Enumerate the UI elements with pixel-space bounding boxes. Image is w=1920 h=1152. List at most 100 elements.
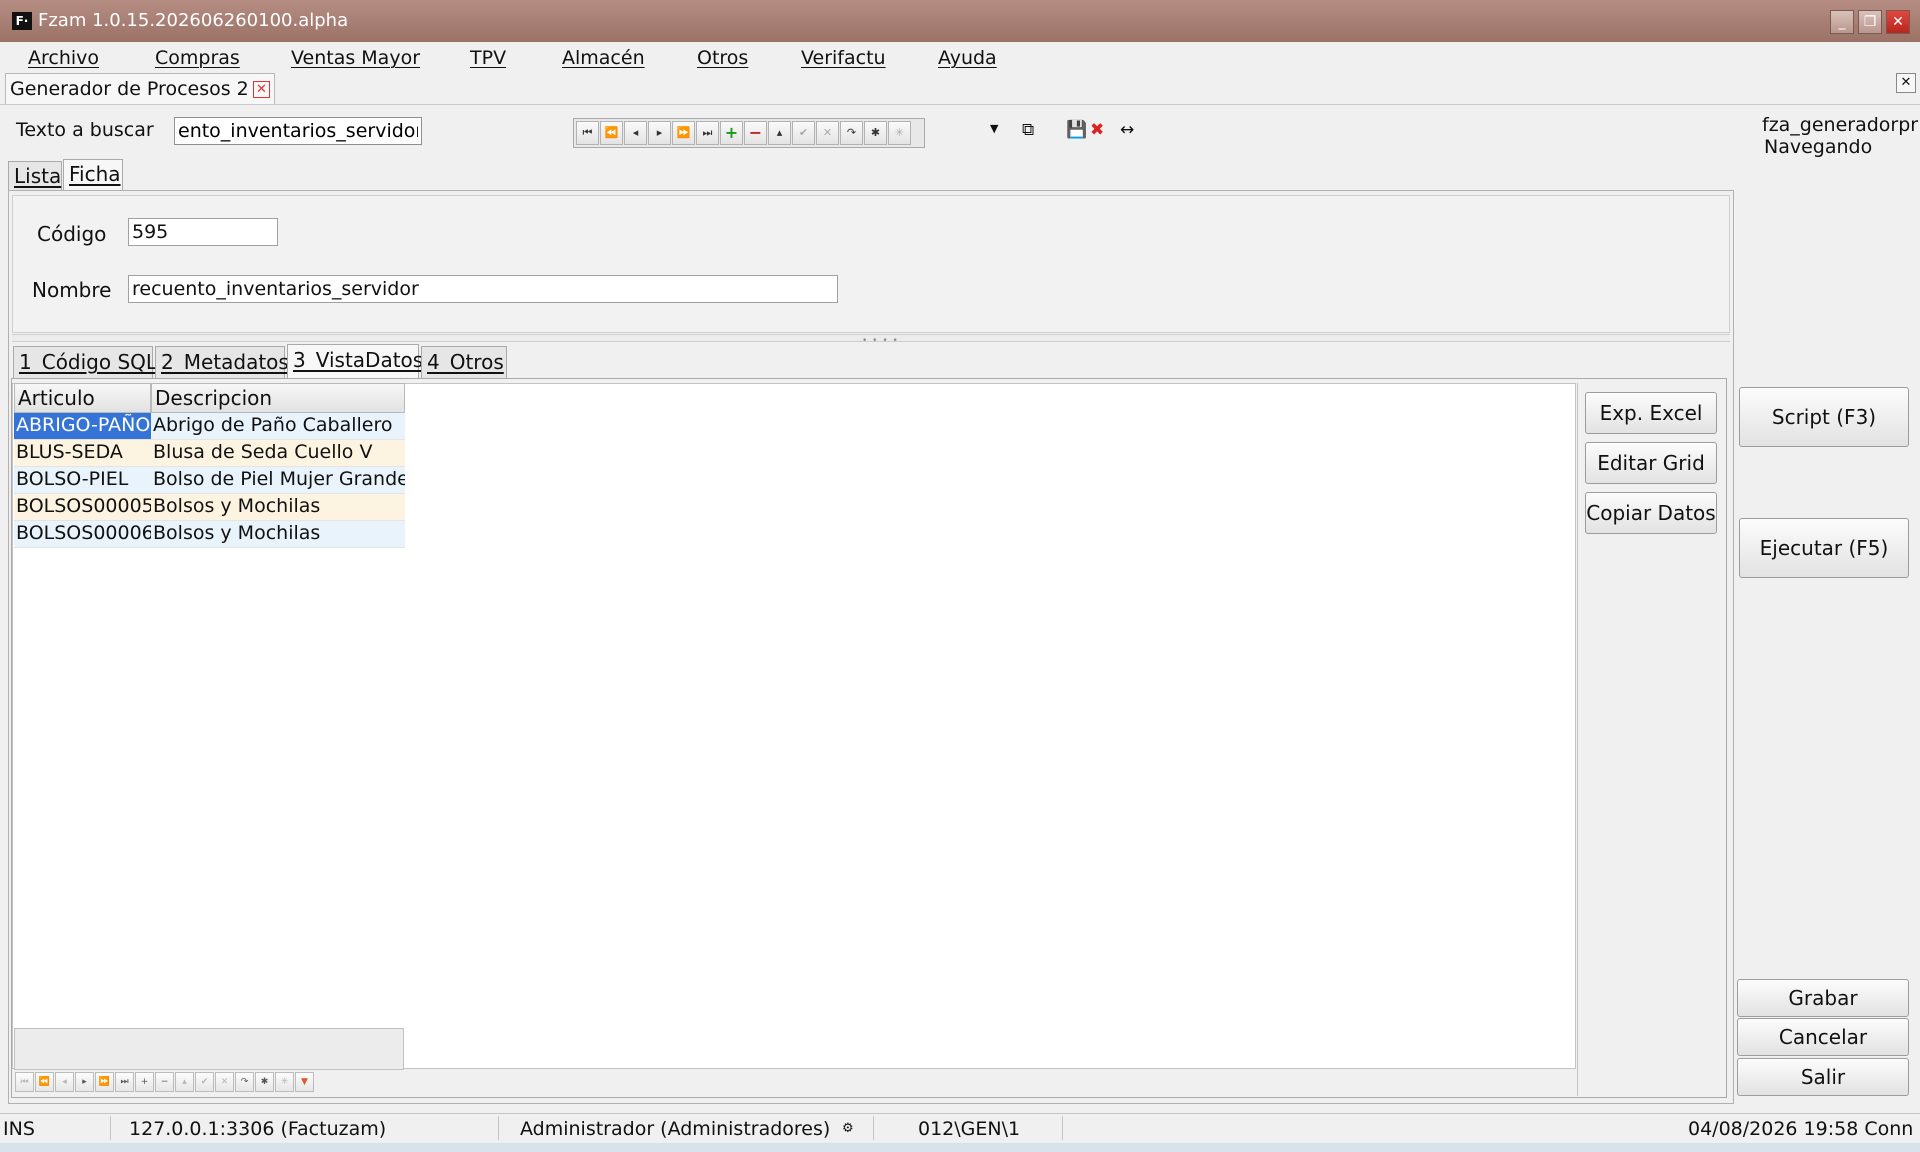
minimize-icon[interactable]: _	[1830, 10, 1854, 34]
search-input[interactable]	[174, 117, 422, 145]
remove-icon[interactable]: ✖	[1090, 120, 1104, 140]
ejecutar-button[interactable]: Ejecutar (F5)	[1739, 518, 1909, 578]
script-button[interactable]: Script (F3)	[1739, 387, 1909, 447]
grid-footer	[14, 1028, 404, 1070]
divider	[873, 1116, 874, 1140]
table-row[interactable]: BLUS-SEDA Blusa de Seda Cuello V	[14, 440, 405, 467]
table-row[interactable]: BOLSOS00006 Bolsos y Mochilas	[14, 521, 405, 548]
codigo-field[interactable]: 595	[128, 218, 278, 246]
first-record-icon[interactable]: ⏮	[15, 1072, 34, 1092]
close-icon[interactable]: ✕	[1886, 10, 1910, 34]
next-record-icon[interactable]: ▸	[648, 121, 671, 145]
close-all-tabs-icon[interactable]: ✕	[1896, 73, 1916, 93]
table-row[interactable]: BOLSO-PIEL Bolso de Piel Mujer Grande	[14, 467, 405, 494]
search-label: Texto a buscar	[16, 119, 154, 141]
cancel-record-icon[interactable]: ✕	[215, 1072, 234, 1092]
tab-lista[interactable]: Lista	[8, 161, 62, 191]
tab-vistadatos-label: 3_VistaDatos	[293, 348, 424, 372]
menu-archivo[interactable]: Archivo	[28, 47, 99, 69]
panel-splitter[interactable]: • • • •	[12, 334, 1730, 346]
add-record-icon[interactable]: +	[720, 121, 743, 145]
tab-lista-label: Lista	[14, 164, 62, 188]
cancel-record-icon[interactable]: ✕	[816, 121, 839, 145]
edit-record-icon[interactable]: ▴	[768, 121, 791, 145]
salir-button[interactable]: Salir	[1737, 1058, 1909, 1096]
next-page-icon[interactable]: ⏩	[95, 1072, 114, 1092]
tab-ficha[interactable]: Ficha	[63, 159, 123, 191]
prior-record-icon[interactable]: ◂	[624, 121, 647, 145]
settings-icon[interactable]: ⚙	[842, 1121, 854, 1136]
save-layout-icon[interactable]: 💾	[1066, 120, 1087, 140]
cell-articulo[interactable]: BOLSOS00006	[14, 521, 151, 548]
delete-record-icon[interactable]: −	[744, 121, 767, 145]
cell-descripcion[interactable]: Bolso de Piel Mujer Grande	[151, 467, 405, 494]
cancel-updates-icon[interactable]: ✳	[888, 121, 911, 145]
post-record-icon[interactable]: ✔	[195, 1072, 214, 1092]
tab-codigo-sql-label: 1_Código SQL	[19, 350, 158, 374]
menu-ayuda[interactable]: Ayuda	[938, 47, 997, 69]
prior-record-icon[interactable]: ◂	[55, 1072, 74, 1092]
tab-otros[interactable]: 4_Otros	[421, 346, 507, 378]
cell-articulo[interactable]: ABRIGO-PAÑO	[14, 413, 151, 440]
menu-otros[interactable]: Otros	[697, 47, 748, 69]
divider	[0, 104, 1920, 105]
last-record-icon[interactable]: ⏭	[115, 1072, 134, 1092]
filter-icon[interactable]: ▼	[295, 1072, 314, 1092]
apply-icon[interactable]: ✱	[864, 121, 887, 145]
cell-articulo[interactable]: BLUS-SEDA	[14, 440, 151, 467]
table-row[interactable]: BOLSOS00005 Bolsos y Mochilas	[14, 494, 405, 521]
menu-verifactu[interactable]: Verifactu	[801, 47, 886, 69]
exp-excel-button[interactable]: Exp. Excel	[1585, 392, 1717, 434]
table-row[interactable]: ABRIGO-PAÑO Abrigo de Paño Caballero	[14, 413, 405, 440]
resize-horizontal-icon[interactable]: ↔	[1120, 120, 1134, 140]
post-record-icon[interactable]: ✔	[792, 121, 815, 145]
splitter-grip-icon: • • • •	[862, 336, 899, 346]
status-mode: INS	[3, 1118, 35, 1140]
cell-articulo[interactable]: BOLSOS00005	[14, 494, 151, 521]
prior-page-icon[interactable]: ⏪	[35, 1072, 54, 1092]
cell-descripcion[interactable]: Blusa de Seda Cuello V	[151, 440, 405, 467]
refresh-icon[interactable]: ↷	[840, 121, 863, 145]
tab-vistadatos[interactable]: 3_VistaDatos	[287, 344, 423, 378]
refresh-icon[interactable]: ↷	[235, 1072, 254, 1092]
delete-record-icon[interactable]: −	[155, 1072, 174, 1092]
cell-descripcion[interactable]: Bolsos y Mochilas	[151, 494, 405, 521]
divider	[1062, 1116, 1063, 1140]
record-navigator: ⏮ ⏪ ◂ ▸ ⏩ ⏭ + − ▴ ✔ ✕ ↷ ✱ ✳	[573, 118, 925, 148]
menu-ventas-mayor[interactable]: Ventas Mayor	[291, 47, 420, 69]
grabar-button[interactable]: Grabar	[1737, 979, 1909, 1017]
column-header-articulo[interactable]: Articulo	[14, 383, 151, 413]
cell-descripcion[interactable]: Bolsos y Mochilas	[151, 521, 405, 548]
menu-tpv[interactable]: TPV	[470, 47, 506, 69]
chevron-down-icon[interactable]: ▼	[990, 122, 998, 135]
cell-descripcion[interactable]: Abrigo de Paño Caballero	[151, 413, 405, 440]
cancel-updates-icon[interactable]: ✳	[275, 1072, 294, 1092]
document-tab[interactable]: Generador de Procesos 2 ✕	[5, 73, 275, 105]
nombre-field[interactable]: recuento_inventarios_servidor	[128, 275, 838, 303]
last-record-icon[interactable]: ⏭	[696, 121, 719, 145]
edit-record-icon[interactable]: ▴	[175, 1072, 194, 1092]
status-bar: INS 127.0.0.1:3306 (Factuzam) Administra…	[0, 1113, 1920, 1143]
taskbar-strip	[0, 1143, 1920, 1152]
cancelar-button[interactable]: Cancelar	[1737, 1018, 1909, 1056]
menu-almacen[interactable]: Almacén	[562, 47, 645, 69]
restore-icon[interactable]: ❐	[1858, 10, 1882, 34]
copiar-datos-button[interactable]: Copiar Datos	[1585, 492, 1717, 534]
first-record-icon[interactable]: ⏮	[576, 121, 599, 145]
cell-articulo[interactable]: BOLSO-PIEL	[14, 467, 151, 494]
title-bar: F· Fzam 1.0.15.202606260100.alpha _ ❐ ✕	[0, 0, 1920, 42]
tab-metadatos[interactable]: 2_Metadatos	[155, 346, 289, 378]
close-tab-icon[interactable]: ✕	[253, 81, 270, 98]
menu-compras[interactable]: Compras	[155, 47, 240, 69]
add-record-icon[interactable]: +	[135, 1072, 154, 1092]
editar-grid-button[interactable]: Editar Grid	[1585, 442, 1717, 484]
nombre-label: Nombre	[32, 278, 112, 302]
copy-record-icon[interactable]: ⧉	[1022, 120, 1034, 140]
document-tab-label: Generador de Procesos 2	[10, 78, 249, 100]
apply-icon[interactable]: ✱	[255, 1072, 274, 1092]
prior-page-icon[interactable]: ⏪	[600, 121, 623, 145]
next-page-icon[interactable]: ⏩	[672, 121, 695, 145]
next-record-icon[interactable]: ▸	[75, 1072, 94, 1092]
tab-codigo-sql[interactable]: 1_Código SQL	[13, 346, 157, 378]
column-header-descripcion[interactable]: Descripcion	[151, 383, 405, 413]
